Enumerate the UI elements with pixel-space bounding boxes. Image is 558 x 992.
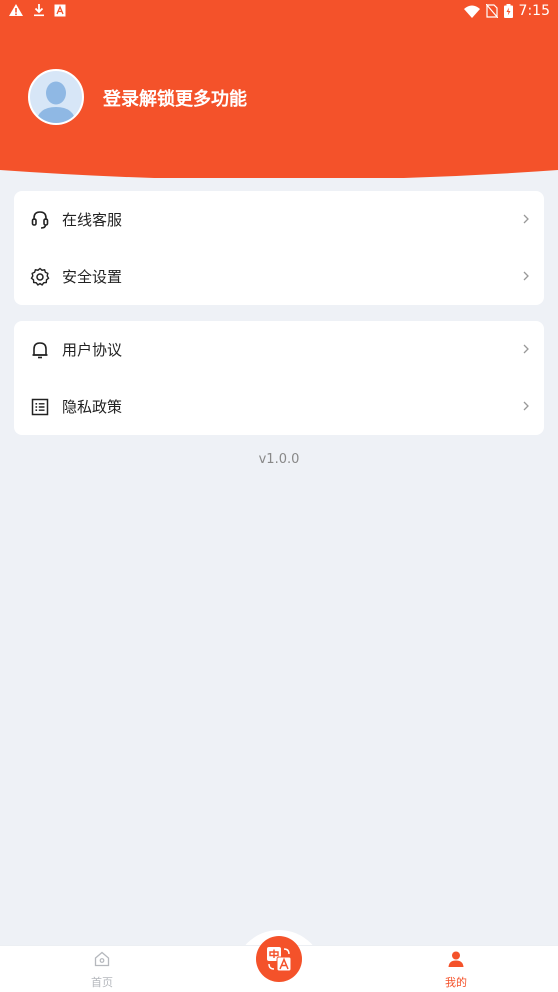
status-bar: 7:15 [0,0,558,24]
battery-icon [503,4,513,18]
menu-item-label: 隐私政策 [62,398,123,416]
app-version: v1.0.0 [258,452,300,467]
menu-item-label: 安全设置 [62,268,123,286]
menu-card-support: 在线客服 安全设置 [14,191,544,305]
chevron-right-icon [523,271,529,281]
menu-card-legal: 用户协议 隐私政策 [14,321,544,435]
profile-header: 7:15 登录解锁更多功能 [0,0,558,178]
bell-icon [32,341,48,358]
avatar[interactable] [28,69,84,125]
headset-icon [31,210,49,229]
menu-item-online-service[interactable]: 在线客服 [14,191,544,248]
menu-item-label: 用户协议 [62,341,123,359]
gear-icon [30,267,50,286]
chevron-right-icon [523,401,529,411]
tab-mine-label: 我的 [445,976,467,989]
menu-item-privacy-policy[interactable]: 隐私政策 [14,378,544,435]
chevron-right-icon [523,344,529,354]
tab-home[interactable]: 首页 [62,950,142,990]
status-time: 7:15 [518,3,550,19]
list-icon [31,398,49,415]
chevron-right-icon [523,214,529,224]
translate-button[interactable] [256,936,302,982]
tab-mine[interactable]: 我的 [416,950,496,990]
no-sim-icon [485,4,498,18]
header-background [0,0,558,178]
a-icon [54,4,66,16]
login-prompt[interactable]: 登录解锁更多功能 [103,85,247,111]
person-icon [448,951,464,967]
user-avatar-icon [30,71,82,123]
menu-item-user-agreement[interactable]: 用户协议 [14,321,544,378]
translate-icon [267,947,292,972]
menu-item-security-settings[interactable]: 安全设置 [14,248,544,305]
home-icon [94,951,110,967]
tab-home-label: 首页 [91,976,113,989]
wifi-icon [463,5,480,18]
download-icon [34,4,44,17]
warning-icon [9,4,23,16]
menu-item-label: 在线客服 [62,211,123,229]
